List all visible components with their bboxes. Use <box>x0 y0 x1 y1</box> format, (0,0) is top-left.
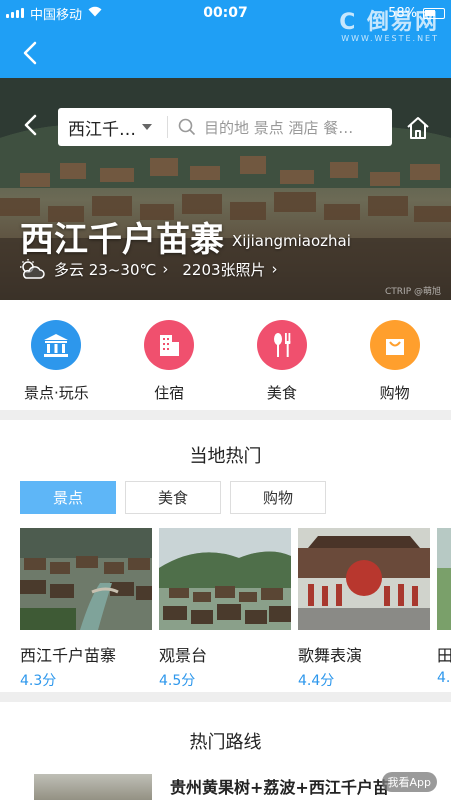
home-icon[interactable] <box>404 114 432 142</box>
card-photo <box>298 528 430 630</box>
wifi-icon <box>88 6 102 21</box>
chevron-right-icon: › <box>162 260 169 278</box>
card-score: 4.4分 <box>298 673 335 688</box>
app-watermark-badge: 我看App <box>381 772 437 792</box>
hotel-icon <box>160 335 180 356</box>
hot-card[interactable]: 观景台 4.5分 <box>159 528 291 688</box>
card-score: 4.5分 <box>159 673 196 688</box>
watermark: C 倒易网 WWW.WESTE.NET <box>339 4 439 43</box>
category-nav: 景点·玩乐 住宿 美食 购物 <box>0 300 451 410</box>
tab-sights[interactable]: 景点 <box>20 481 116 514</box>
category-label: 住宿 <box>154 384 185 402</box>
hero-back-icon[interactable] <box>18 112 44 138</box>
watermark-url: WWW.WESTE.NET <box>341 34 439 43</box>
category-food-circle <box>256 320 307 370</box>
card-score: 4. <box>437 670 451 686</box>
category-shopping[interactable]: 购物 <box>338 300 451 410</box>
destination-hero: 西江千… 目的地 景点 酒店 餐… 西江千户苗寨 Xijiangmiaozhai… <box>0 78 451 300</box>
card-score: 4.3分 <box>20 673 57 688</box>
caret-down-icon <box>142 124 152 130</box>
back-arrow-icon[interactable] <box>16 38 46 68</box>
card-name: 歌舞表演 <box>298 646 363 665</box>
hero-info: 多云 23~30℃ › 2203张照片 › <box>18 258 292 280</box>
food-icon <box>273 333 291 357</box>
local-hot-section: 当地热门 景点 美食 购物 西江千户苗寨 4.3分 观景台 4.5分 歌舞表演 … <box>0 420 451 692</box>
category-label: 景点·玩乐 <box>23 384 89 402</box>
card-photo <box>20 528 152 630</box>
route-title[interactable]: 贵州黄果树+荔波+西江千户苗 <box>170 774 389 798</box>
category-hotel[interactable]: 住宿 <box>113 300 226 410</box>
carrier-label: 中国移动 <box>30 7 83 23</box>
search-bar: 西江千… 目的地 景点 酒店 餐… <box>58 108 392 146</box>
hot-card[interactable]: 西江千户苗寨 4.3分 <box>20 528 152 688</box>
city-selector[interactable]: 西江千… <box>58 116 168 140</box>
photo-credit: CTRIP @萌旭 <box>385 287 441 297</box>
card-name: 田 <box>437 646 451 665</box>
shopping-bag-icon <box>385 339 404 355</box>
card-photo <box>437 528 451 630</box>
destination-pinyin: Xijiangmiaozhai <box>232 232 351 250</box>
hot-tabs: 景点 美食 购物 <box>20 481 326 514</box>
signal-icon <box>6 8 24 18</box>
destination-title: 西江千户苗寨 <box>20 220 224 260</box>
tab-food[interactable]: 美食 <box>125 481 221 514</box>
card-name: 西江千户苗寨 <box>20 646 117 665</box>
search-input[interactable]: 目的地 景点 酒店 餐… <box>168 117 392 138</box>
hot-cards: 西江千户苗寨 4.3分 观景台 4.5分 歌舞表演 4.4分 田 4. <box>20 528 451 688</box>
category-hotel-circle <box>144 320 195 370</box>
watermark-logo: C 倒易网 <box>339 10 439 35</box>
section-title: 当地热门 <box>189 446 262 467</box>
tab-shopping[interactable]: 购物 <box>230 481 326 514</box>
category-sights[interactable]: 景点·玩乐 <box>0 300 113 410</box>
hot-card[interactable]: 歌舞表演 4.4分 <box>298 528 430 688</box>
chevron-right-icon: › <box>271 260 278 278</box>
section-title: 热门路线 <box>189 732 262 753</box>
category-label: 美食 <box>266 384 297 402</box>
search-placeholder: 目的地 景点 酒店 餐… <box>204 118 354 137</box>
category-shopping-circle <box>369 320 420 370</box>
hot-card[interactable]: 田 4. <box>437 528 451 686</box>
top-bar: 中国移动 00:07 58% C 倒易网 WWW.WESTE.NET <box>0 0 451 78</box>
city-selector-label: 西江千… <box>68 119 136 140</box>
category-food[interactable]: 美食 <box>226 300 339 410</box>
photos-link[interactable]: 2203张照片 <box>182 259 265 280</box>
search-icon <box>178 118 196 136</box>
route-thumbnail[interactable] <box>34 774 152 800</box>
weather-link[interactable]: 多云 23~30℃ <box>54 259 156 280</box>
card-name: 观景台 <box>159 646 208 665</box>
museum-icon <box>44 334 69 357</box>
card-photo <box>159 528 291 630</box>
category-label: 购物 <box>379 384 410 402</box>
cloudy-weather-icon <box>20 259 45 279</box>
category-sights-circle <box>31 320 82 370</box>
